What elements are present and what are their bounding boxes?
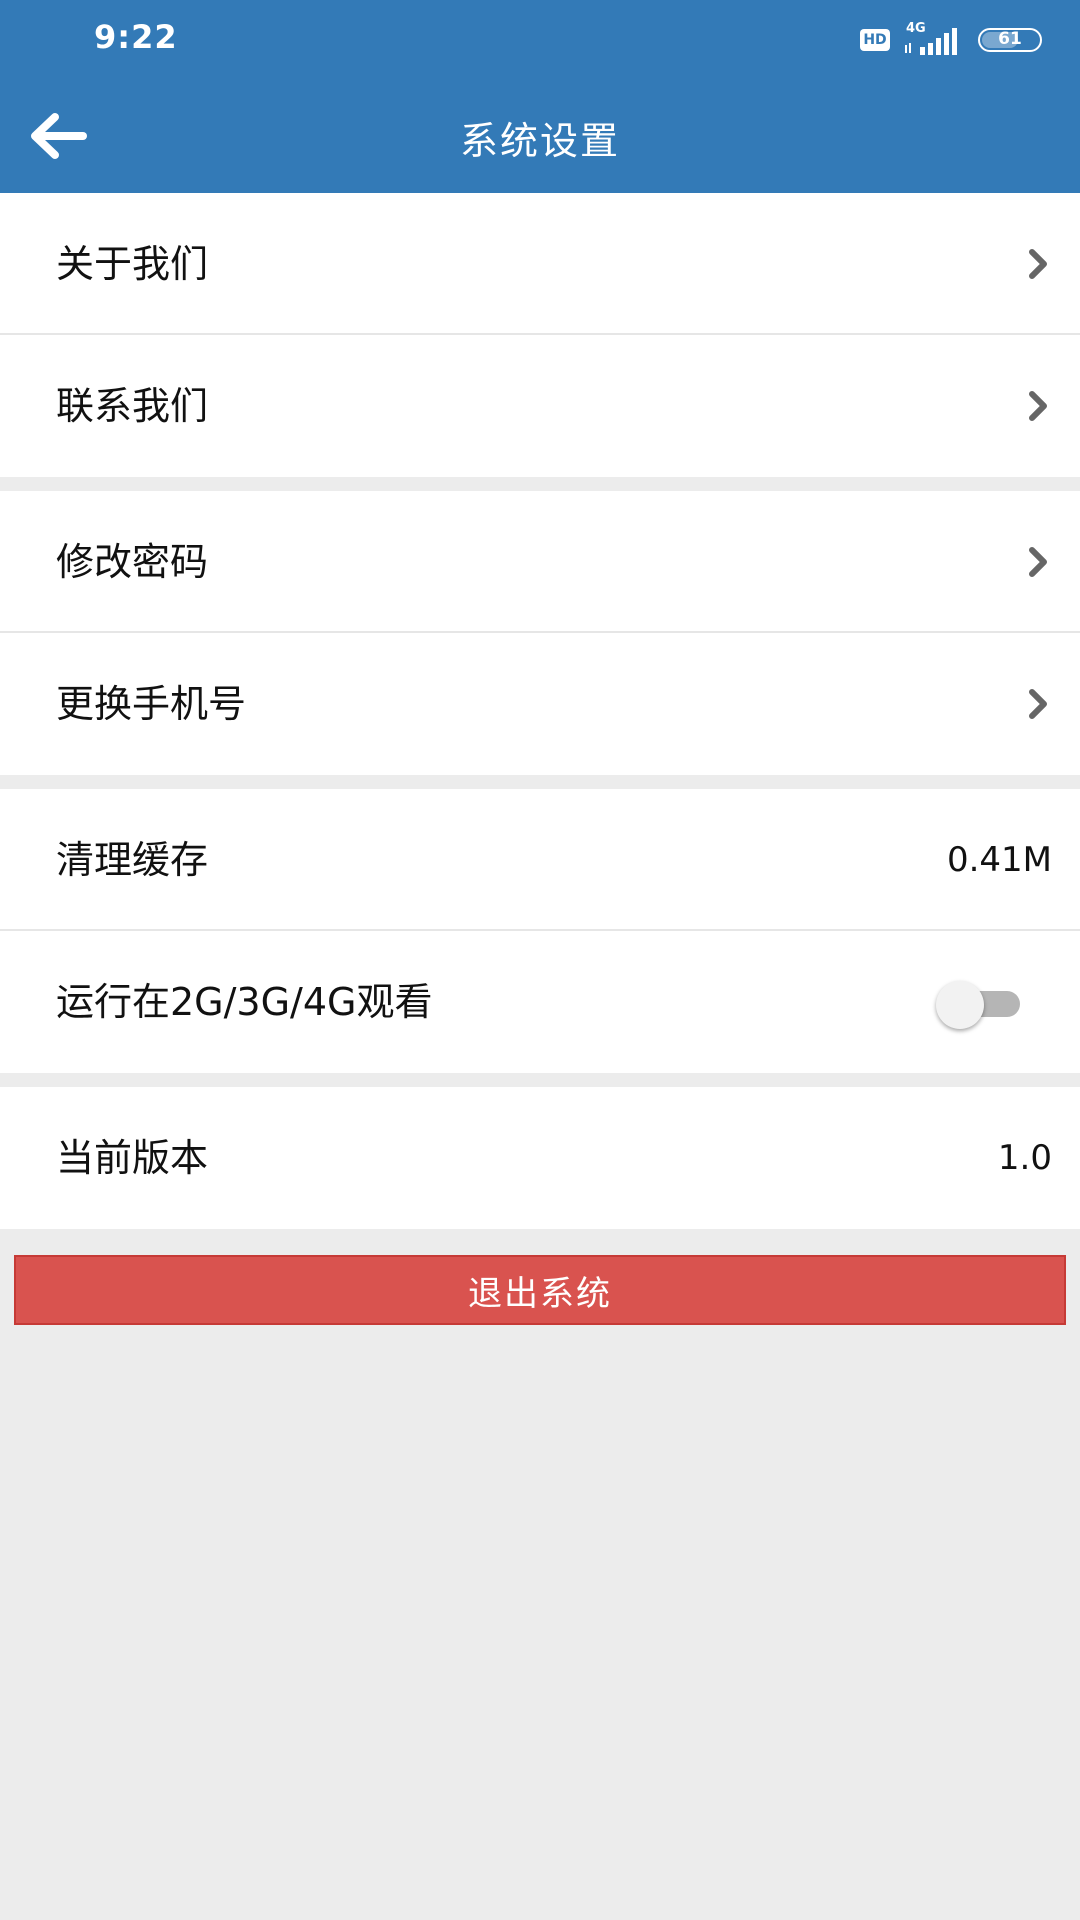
about-us-row[interactable]: 关于我们 <box>0 193 1080 335</box>
change-password-row[interactable]: 修改密码 <box>0 491 1080 633</box>
contact-us-row[interactable]: 联系我们 <box>0 335 1080 477</box>
change-phone-label: 更换手机号 <box>56 682 247 726</box>
cache-size-value: 0.41M <box>946 840 1052 880</box>
chevron-right-icon <box>1029 249 1047 279</box>
app-bar: 系统设置 <box>0 80 1080 193</box>
version-label: 当前版本 <box>56 1136 209 1180</box>
chevron-right-icon <box>1029 689 1047 719</box>
logout-button[interactable]: 退出系统 <box>14 1255 1066 1325</box>
contact-us-label: 联系我们 <box>56 384 209 428</box>
logout-container: 退出系统 <box>14 1255 1066 1325</box>
hd-badge: HD <box>860 29 890 51</box>
group-divider <box>0 1073 1080 1087</box>
clear-cache-row[interactable]: 清理缓存 0.41M <box>0 789 1080 931</box>
settings-list: 关于我们 联系我们 修改密码 更换手机号 清理缓存 0.41M 运行在2G/3G… <box>0 193 1080 1229</box>
status-bar: 9:22 HD 4G 61 <box>0 0 1080 80</box>
chevron-right-icon <box>1029 547 1047 577</box>
mobile-network-toggle[interactable] <box>936 981 1022 1029</box>
group-divider <box>0 477 1080 491</box>
toggle-knob <box>936 981 984 1029</box>
chevron-right-icon <box>1029 391 1047 421</box>
change-phone-row[interactable]: 更换手机号 <box>0 633 1080 775</box>
version-value: 1.0 <box>997 1138 1052 1178</box>
status-time: 9:22 <box>94 18 178 56</box>
signal-icon: 4G <box>904 21 964 57</box>
battery-level: 61 <box>998 29 1022 49</box>
status-indicators: HD 4G 61 <box>860 21 1042 58</box>
network-type-label: 4G <box>906 21 926 36</box>
mobile-network-label: 运行在2G/3G/4G观看 <box>56 980 433 1024</box>
change-password-label: 修改密码 <box>56 540 209 584</box>
about-us-label: 关于我们 <box>56 242 209 286</box>
clear-cache-label: 清理缓存 <box>56 838 209 882</box>
page-title: 系统设置 <box>459 119 620 163</box>
group-divider <box>0 775 1080 789</box>
version-row: 当前版本 1.0 <box>0 1087 1080 1229</box>
battery-icon: 61 <box>978 28 1042 52</box>
mobile-network-row: 运行在2G/3G/4G观看 <box>0 931 1080 1073</box>
